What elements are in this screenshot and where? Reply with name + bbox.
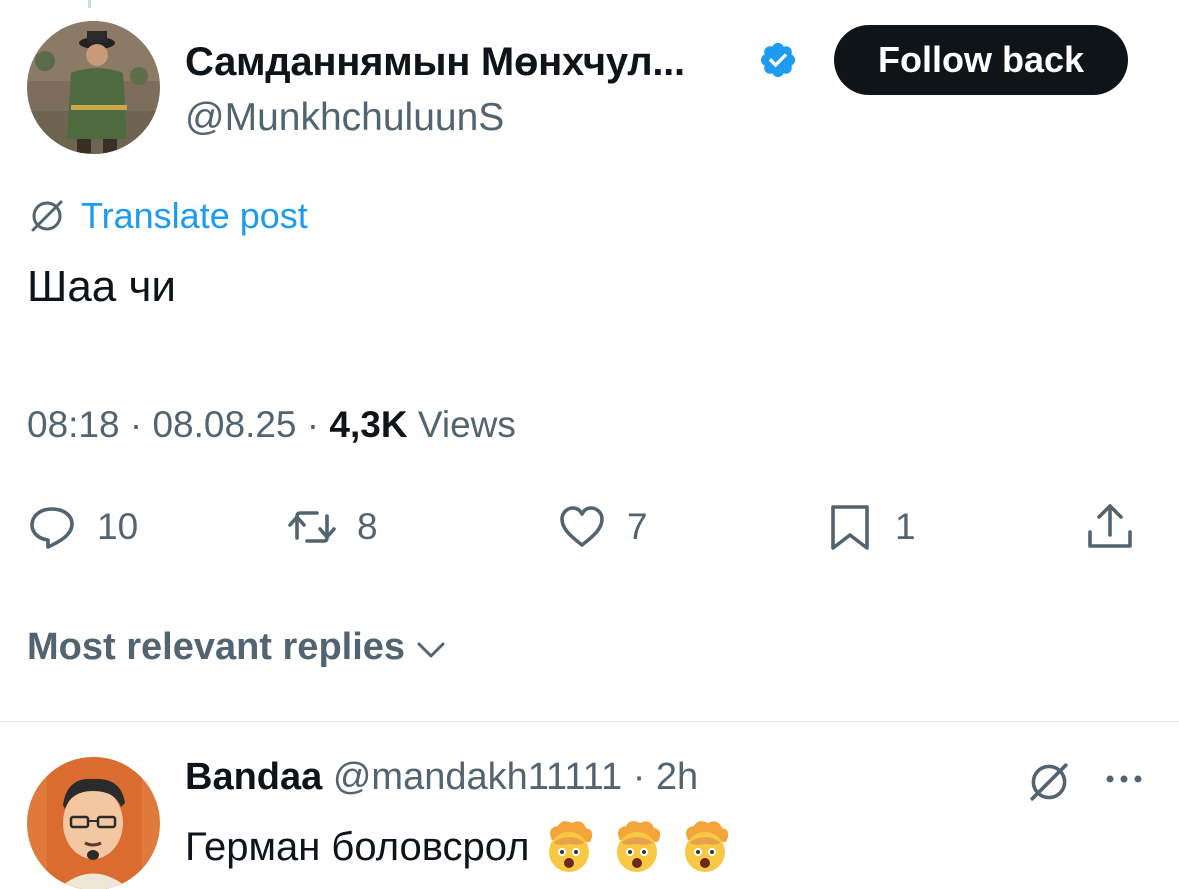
bookmark-count: 1 xyxy=(895,506,916,547)
reply-author-name[interactable]: Bandaa xyxy=(185,756,322,798)
reply-button[interactable]: 10 xyxy=(27,502,138,552)
author-handle[interactable]: @MunkhchuluunS xyxy=(185,96,504,140)
views-count: 4,3K xyxy=(329,404,408,445)
translate-post-link[interactable]: Translate post xyxy=(27,195,308,237)
verified-badge-icon xyxy=(760,42,796,78)
views-label: Views xyxy=(417,404,516,445)
meta-separator: · xyxy=(129,404,143,445)
translate-icon xyxy=(31,200,63,232)
reply-author-avatar[interactable] xyxy=(27,757,160,889)
repost-button[interactable]: 8 xyxy=(287,502,378,552)
repost-icon xyxy=(288,511,336,543)
reply-count: 10 xyxy=(97,506,139,547)
post-meta: 08:18 · 08.08.25 · 4,3K Views xyxy=(27,404,516,446)
exploding-head-emoji xyxy=(616,821,660,872)
like-count: 7 xyxy=(627,506,648,547)
reply-header: Bandaa @mandakh11111 · 2h xyxy=(185,756,698,799)
exploding-head-emoji xyxy=(548,821,592,872)
reply-body: Герман боловсрол xyxy=(185,818,734,876)
post-text: Шаа чи xyxy=(27,262,176,311)
share-icon xyxy=(1088,504,1132,548)
author-avatar[interactable] xyxy=(27,21,160,154)
post-time[interactable]: 08:18 xyxy=(27,404,120,445)
chevron-down-icon xyxy=(417,642,445,657)
like-icon xyxy=(560,506,604,547)
sort-label: Most relevant replies xyxy=(27,626,406,668)
reply-text: Герман боловсрол xyxy=(185,824,530,869)
post-date[interactable]: 08.08.25 xyxy=(152,404,296,445)
exploding-head-emoji xyxy=(684,821,728,872)
reply-icon xyxy=(30,507,74,549)
bookmark-icon xyxy=(831,505,869,550)
follow-back-button[interactable]: Follow back xyxy=(834,25,1128,95)
meta-separator: · xyxy=(306,404,320,445)
author-display-name[interactable]: Самданнямын Мөнхчул... xyxy=(185,40,685,85)
reply-meta-separator: · xyxy=(632,756,646,798)
reply-author-handle[interactable]: @mandakh11111 xyxy=(333,756,622,798)
reply-sort-dropdown[interactable]: Most relevant replies xyxy=(27,626,449,669)
section-divider xyxy=(0,721,1179,722)
translate-post-label: Translate post xyxy=(81,195,308,236)
more-icon[interactable] xyxy=(1100,764,1148,794)
translate-icon[interactable] xyxy=(1025,758,1073,806)
share-button[interactable] xyxy=(1085,502,1135,552)
bookmark-button[interactable]: 1 xyxy=(825,502,916,552)
thread-connector-line xyxy=(88,0,91,8)
reply-timestamp[interactable]: 2h xyxy=(656,756,698,798)
like-button[interactable]: 7 xyxy=(557,502,648,552)
repost-count: 8 xyxy=(357,506,378,547)
